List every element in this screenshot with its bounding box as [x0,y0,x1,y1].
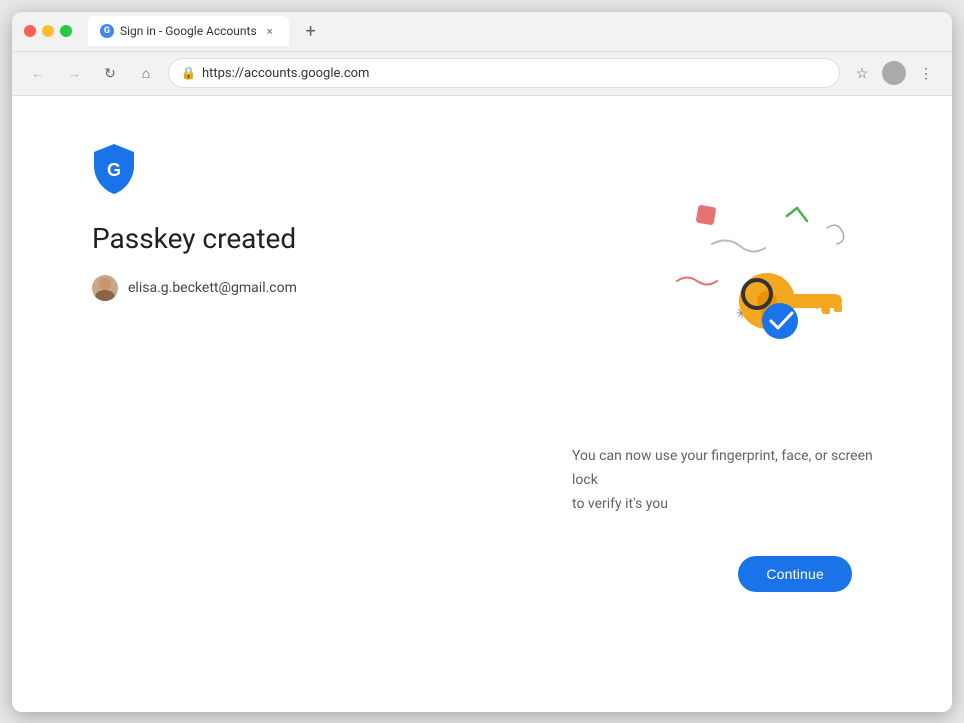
address-bar[interactable]: 🔒 https://accounts.google.com [168,58,840,88]
tab-favicon: G [100,24,114,38]
bookmark-button[interactable]: ☆ [848,59,876,87]
tab-title: Sign in - Google Accounts [120,24,257,38]
svg-text:G: G [107,160,121,180]
traffic-lights [24,25,72,37]
toolbar-icons: ☆ ⋮ [848,59,940,87]
home-button[interactable]: ⌂ [132,59,160,87]
refresh-button[interactable]: ↻ [96,59,124,87]
user-email: elisa.g.beckett@gmail.com [128,280,297,296]
browser-tab[interactable]: G Sign in - Google Accounts × [88,16,289,46]
profile-button[interactable] [880,59,908,87]
description-line1: You can now use your fingerprint, face, … [572,448,873,488]
url-text: https://accounts.google.com [202,66,827,81]
new-tab-button[interactable]: + [297,17,325,45]
passkey-illustration: ✳ ✳ [582,186,872,390]
close-window-button[interactable] [24,25,36,37]
title-bar: G Sign in - Google Accounts × + [12,12,952,52]
continue-button[interactable]: Continue [738,556,852,592]
back-button[interactable]: ← [24,59,52,87]
forward-button[interactable]: → [60,59,88,87]
tab-close-button[interactable]: × [263,24,277,38]
page-wrapper: G Passkey created elisa.g.beckett@gmail.… [12,96,952,712]
profile-circle [882,61,906,85]
address-bar-row: ← → ↻ ⌂ 🔒 https://accounts.google.com ☆ … [12,52,952,96]
lock-icon: 🔒 [181,66,196,80]
browser-window: G Sign in - Google Accounts × + ← → ↻ ⌂ … [12,12,952,712]
description-line2: to verify it's you [572,496,668,512]
maximize-window-button[interactable] [60,25,72,37]
illustration-svg: ✳ ✳ [582,186,872,386]
user-avatar [92,275,118,301]
google-shield-logo: G [92,144,136,194]
description-area: You can now use your fingerprint, face, … [572,445,892,516]
minimize-window-button[interactable] [42,25,54,37]
more-options-button[interactable]: ⋮ [912,59,940,87]
